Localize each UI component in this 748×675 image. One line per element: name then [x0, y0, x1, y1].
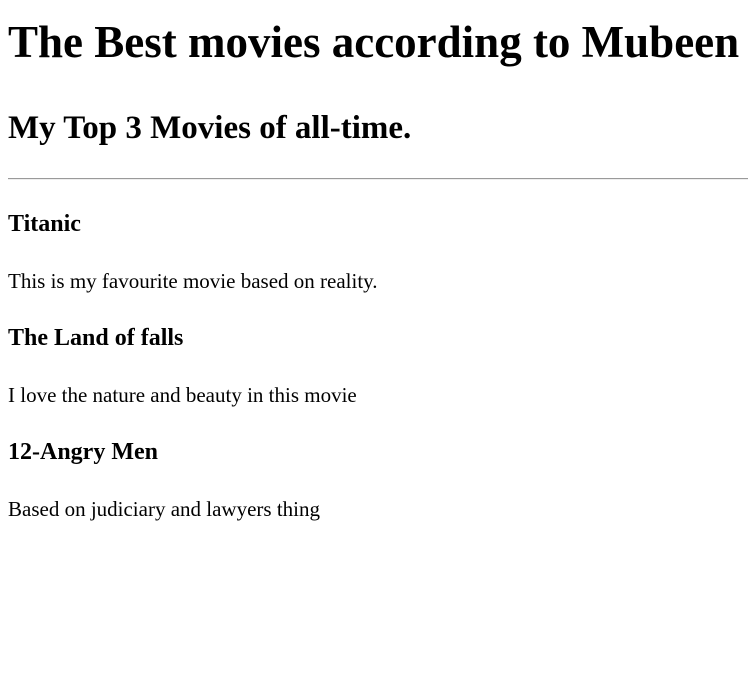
- list-item: Titanic This is my favourite movie based…: [8, 210, 748, 294]
- movie-title: 12-Angry Men: [8, 439, 158, 465]
- movie-list: Titanic This is my favourite movie based…: [8, 210, 748, 522]
- list-item: 12-Angry Men Based on judiciary and lawy…: [8, 438, 748, 522]
- page-content: The Best movies according to Mubeen My T…: [0, 15, 748, 522]
- list-item: The Land of falls I love the nature and …: [8, 324, 748, 408]
- movie-title: The Land of falls: [8, 325, 184, 351]
- movie-description: I love the nature and beauty in this mov…: [8, 383, 357, 407]
- page-subtitle: My Top 3 Movies of all-time.: [8, 110, 412, 146]
- movie-title: Titanic: [8, 211, 81, 237]
- page-title: The Best movies according to Mubeen: [8, 17, 740, 67]
- divider: [8, 178, 748, 180]
- movie-description: This is my favourite movie based on real…: [8, 269, 378, 293]
- movie-description: Based on judiciary and lawyers thing: [8, 497, 321, 521]
